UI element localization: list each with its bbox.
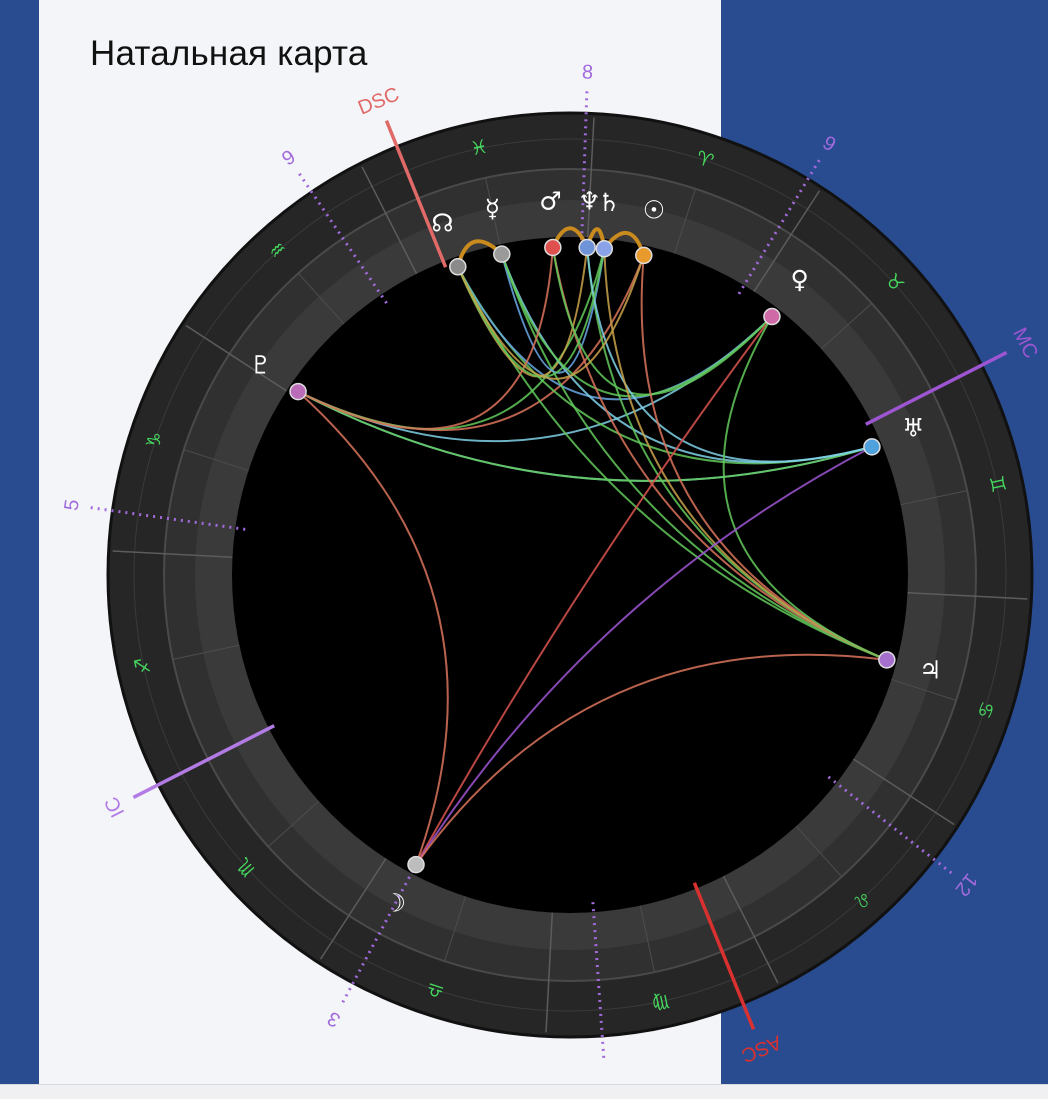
jupiter-glyph[interactable]: ♃	[919, 656, 941, 685]
saturn-marker[interactable]	[595, 240, 614, 258]
uranus-glyph[interactable]: ♅	[902, 413, 924, 442]
mercury-marker[interactable]	[493, 245, 511, 263]
saturn-glyph[interactable]: ♄	[598, 188, 620, 217]
node-glyph[interactable]: ☊	[431, 208, 453, 237]
sun-marker[interactable]	[635, 246, 653, 265]
moon-marker[interactable]	[407, 855, 425, 874]
bottom-bar	[0, 1084, 1048, 1099]
house-number: 9	[278, 146, 300, 170]
pluto-glyph[interactable]: ♇	[250, 350, 272, 379]
mars-glyph[interactable]: ♂	[539, 187, 561, 216]
ic-label: IC	[101, 793, 130, 821]
natal-chart[interactable]: ♓ ♈♉♊♋♌♍♎♏♐♑♒ ☊ ☿ ♂ ♆♄ ☉♀♅♃☽♇ 9895123ASCDSCMC…	[0, 0, 1048, 1098]
venus-glyph[interactable]: ♀	[790, 265, 808, 294]
house-number: 3	[324, 1007, 344, 1032]
house-number: 12	[951, 869, 982, 900]
venus-marker[interactable]	[763, 307, 781, 326]
uranus-marker[interactable]	[863, 438, 881, 456]
house-number: 9	[818, 132, 839, 157]
dsc-label: DSC	[355, 83, 402, 119]
asc-label: ASC	[738, 1031, 784, 1067]
mercury-glyph[interactable]: ☿	[485, 194, 500, 223]
house-number: 8	[582, 61, 594, 83]
moon-glyph[interactable]: ☽	[384, 888, 406, 917]
pluto-marker[interactable]	[289, 382, 307, 401]
neptune-marker[interactable]	[578, 238, 596, 257]
chart-wheel	[106, 111, 1034, 1039]
house-number: 5	[61, 498, 84, 512]
mc-label: MC	[1008, 324, 1042, 362]
jupiter-marker[interactable]	[878, 651, 896, 669]
node-marker[interactable]	[449, 258, 467, 276]
mars-marker[interactable]	[544, 238, 562, 257]
sun-glyph[interactable]: ☉	[643, 196, 665, 225]
